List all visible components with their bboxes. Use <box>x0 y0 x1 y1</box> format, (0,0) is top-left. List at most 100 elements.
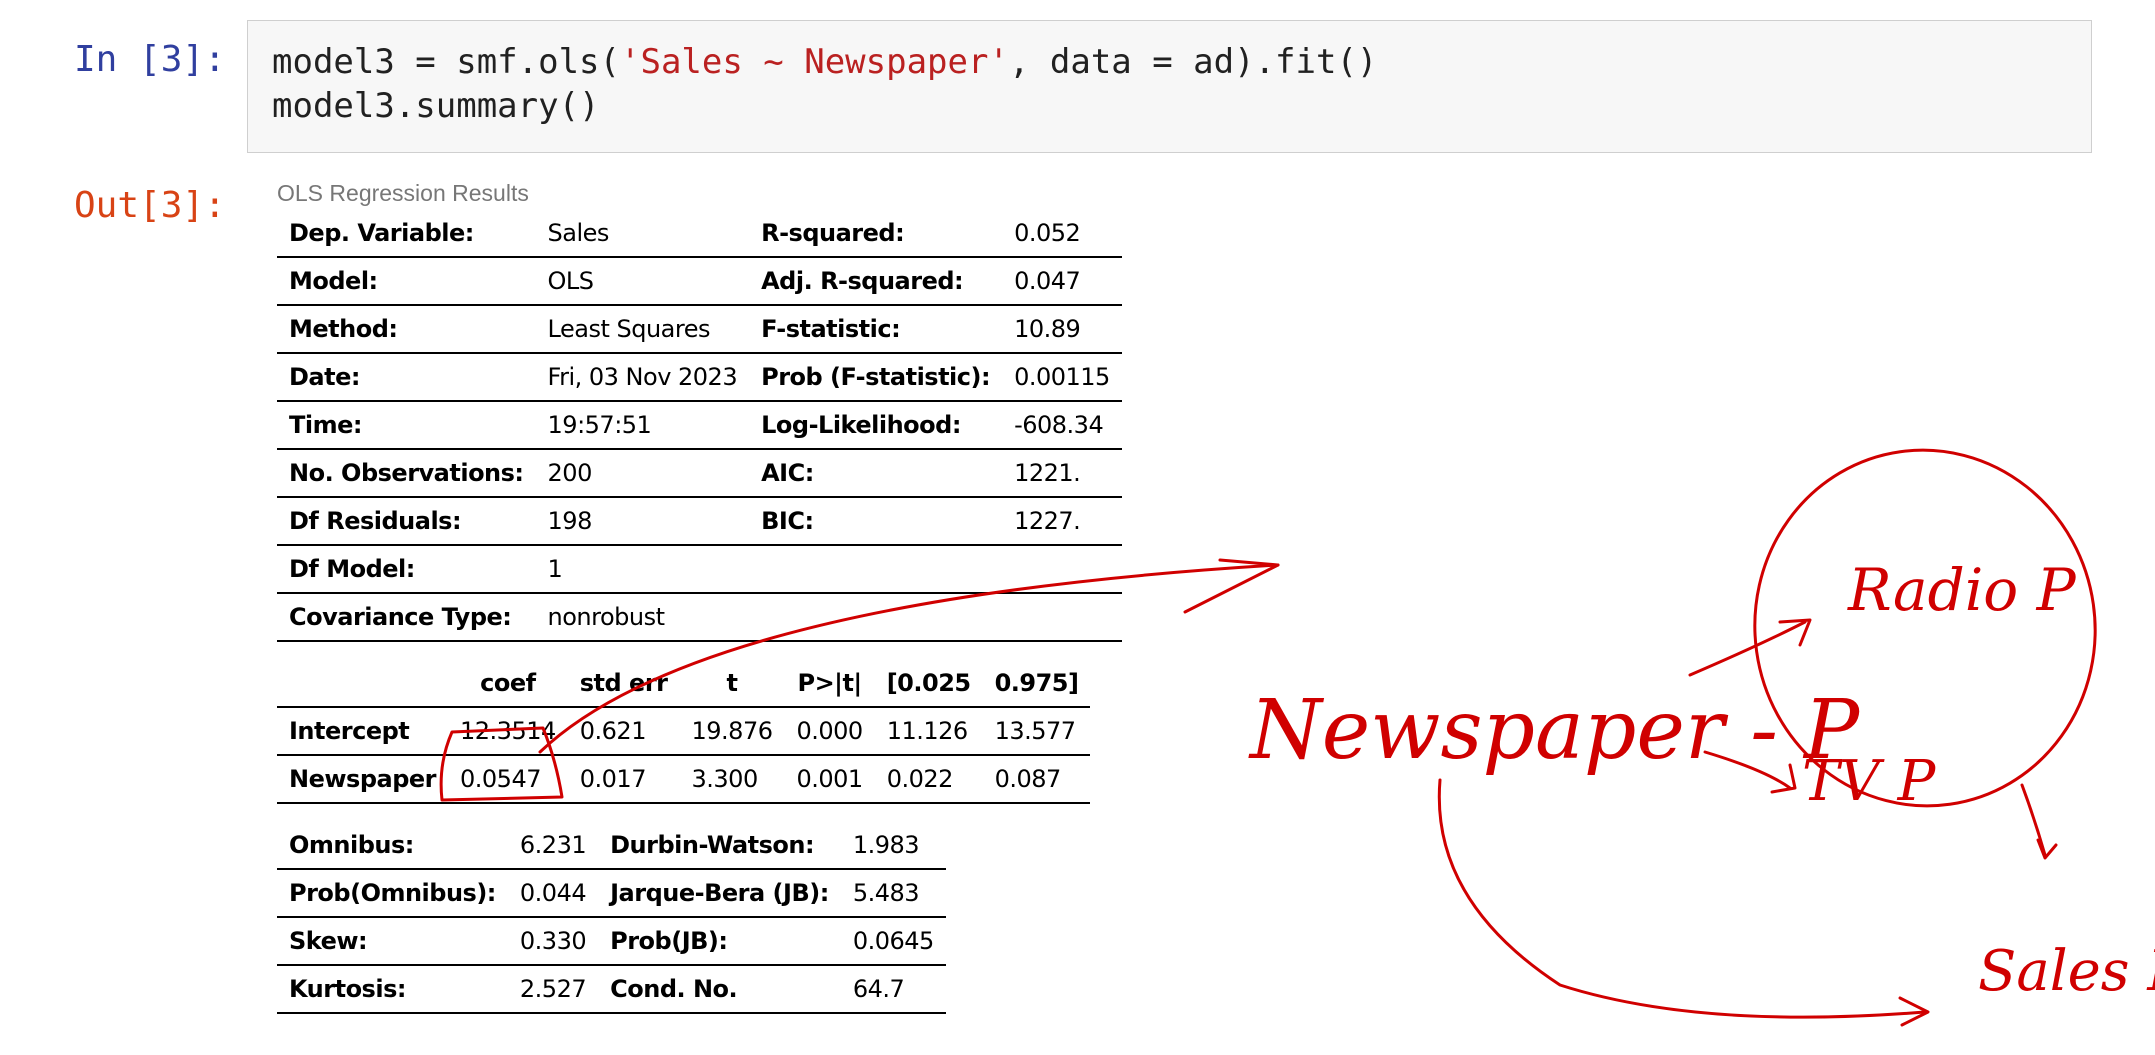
input-prompt: In [3]: <box>74 39 226 80</box>
code-text: , data = ad).fit() <box>1008 42 1378 82</box>
info-label: Time: <box>277 401 536 450</box>
diag-row: Skew: 0.330 Prob(JB): 0.0645 <box>277 917 946 966</box>
grouping-circle <box>1753 448 2097 808</box>
coef-value: 0.001 <box>784 755 875 804</box>
arrow-to-radio <box>1688 620 1807 677</box>
arrow-to-sales <box>1437 778 1927 1019</box>
coef-header: [0.025 <box>874 660 983 708</box>
info-value <box>1002 593 1122 642</box>
coef-header: std err <box>567 660 680 708</box>
output-prompt: Out[3]: <box>74 185 226 226</box>
coefficient-table: coef std err t P>|t| [0.025 0.975] Intercept 1… <box>277 660 1091 804</box>
info-label <box>749 593 1003 642</box>
annotation-tv: TV P <box>1802 749 1937 814</box>
diag-label: Kurtosis: <box>277 965 508 1014</box>
info-label: AIC: <box>749 449 1003 498</box>
info-value: Least Squares <box>535 305 750 354</box>
summary-caption: OLS Regression Results <box>277 180 529 206</box>
info-label: Covariance Type: <box>277 593 536 642</box>
annotation-radio: Radio P <box>1847 556 2077 624</box>
arrow-to-tv <box>1703 750 1792 790</box>
coef-header <box>277 660 448 708</box>
info-value: 200 <box>535 449 750 498</box>
info-label: R-squared: <box>749 210 1003 258</box>
diag-value: 0.330 <box>507 917 599 966</box>
annotation-sales: Sales P <box>1978 939 2155 1004</box>
info-value: Sales <box>535 210 750 258</box>
diag-row: Prob(Omnibus): 0.044 Jarque-Bera (JB): 5.48… <box>277 869 946 918</box>
coef-header: coef <box>448 660 568 708</box>
coef-header: 0.975] <box>982 660 1091 708</box>
info-value: 10.89 <box>1002 305 1122 354</box>
code-line-2: model3.summary() <box>272 86 600 126</box>
info-value: 0.052 <box>1002 210 1122 258</box>
diag-row: Kurtosis: 2.527 Cond. No. 64.7 <box>277 965 946 1014</box>
coef-value: 11.126 <box>874 707 983 756</box>
code-cell-input[interactable]: model3 = smf.ols('Sales ~ Newspaper', da… <box>247 20 2092 153</box>
info-label: Log-Likelihood: <box>749 401 1003 450</box>
coef-value: 3.300 <box>679 755 785 804</box>
info-label: Model: <box>277 257 536 306</box>
info-value: OLS <box>535 257 750 306</box>
coef-value: 0.000 <box>784 707 875 756</box>
info-label: No. Observations: <box>277 449 536 498</box>
diag-label: Jarque-Bera (JB): <box>598 869 841 918</box>
code-text: model3 = smf.ols( <box>272 42 620 82</box>
info-value: 0.047 <box>1002 257 1122 306</box>
info-row: Df Model: 1 <box>277 545 1122 594</box>
coef-value: 0.017 <box>567 755 680 804</box>
info-row: Time: 19:57:51 Log-Likelihood: -608.34 <box>277 401 1122 450</box>
diag-value: 0.044 <box>507 869 599 918</box>
diag-value: 6.231 <box>507 822 599 870</box>
diag-label: Durbin-Watson: <box>598 822 841 870</box>
arrow-to-tv-head <box>1770 763 1797 794</box>
code-string: 'Sales ~ Newspaper' <box>620 42 1009 82</box>
info-label: Method: <box>277 305 536 354</box>
code-line-1: model3 = smf.ols('Sales ~ Newspaper', da… <box>272 39 1377 85</box>
coef-value: 0.621 <box>567 707 680 756</box>
model-info-table: Dep. Variable: Sales R-squared: 0.052 Model:… <box>277 210 1122 642</box>
info-label: BIC: <box>749 497 1003 546</box>
info-label <box>749 545 1003 594</box>
info-value: 198 <box>535 497 750 546</box>
arrow-to-radio-head <box>1778 618 1812 647</box>
coef-value: 12.3514 <box>448 707 568 756</box>
coef-header-row: coef std err t P>|t| [0.025 0.975] <box>277 660 1091 708</box>
info-value <box>1002 545 1122 594</box>
info-value: 0.00115 <box>1002 353 1122 402</box>
info-row: Model: OLS Adj. R-squared: 0.047 <box>277 257 1122 306</box>
info-label: Dep. Variable: <box>277 210 536 258</box>
arrow-down-head <box>2036 838 2058 860</box>
coef-header: t <box>679 660 785 708</box>
diagnostics-table: Omnibus: 6.231 Durbin-Watson: 1.983 Prob(Omn… <box>277 822 946 1014</box>
coef-term: Newspaper <box>277 755 448 804</box>
info-row: Df Residuals: 198 BIC: 1227. <box>277 497 1122 546</box>
info-value: 1 <box>535 545 750 594</box>
coef-value: 0.022 <box>874 755 983 804</box>
coef-value: 19.876 <box>679 707 785 756</box>
annotation-newspaper: Newspaper - P <box>1248 683 1861 778</box>
info-value: -608.34 <box>1002 401 1122 450</box>
diag-value: 2.527 <box>507 965 599 1014</box>
coef-value: 0.0547 <box>448 755 568 804</box>
coef-value: 13.577 <box>982 707 1091 756</box>
info-value: 1227. <box>1002 497 1122 546</box>
diag-label: Prob(Omnibus): <box>277 869 508 918</box>
diag-label: Prob(JB): <box>598 917 841 966</box>
info-row: Method: Least Squares F-statistic: 10.89 <box>277 305 1122 354</box>
info-row: No. Observations: 200 AIC: 1221. <box>277 449 1122 498</box>
info-label: Df Model: <box>277 545 536 594</box>
coef-term: Intercept <box>277 707 448 756</box>
coef-value: 0.087 <box>982 755 1091 804</box>
arrow-to-sales-head <box>1898 996 1930 1027</box>
info-row: Dep. Variable: Sales R-squared: 0.052 <box>277 210 1122 258</box>
pointer-arrow-head <box>1183 558 1280 614</box>
info-value: Fri, 03 Nov 2023 <box>535 353 750 402</box>
info-label: F-statistic: <box>749 305 1003 354</box>
diag-row: Omnibus: 6.231 Durbin-Watson: 1.983 <box>277 822 946 870</box>
coef-row: Intercept 12.3514 0.621 19.876 0.000 11.126 13… <box>277 707 1091 756</box>
coef-row: Newspaper 0.0547 0.017 3.300 0.001 0.022 0.087 <box>277 755 1091 804</box>
diag-value: 5.483 <box>840 869 946 918</box>
coef-header: P>|t| <box>784 660 875 708</box>
diag-label: Cond. No. <box>598 965 841 1014</box>
